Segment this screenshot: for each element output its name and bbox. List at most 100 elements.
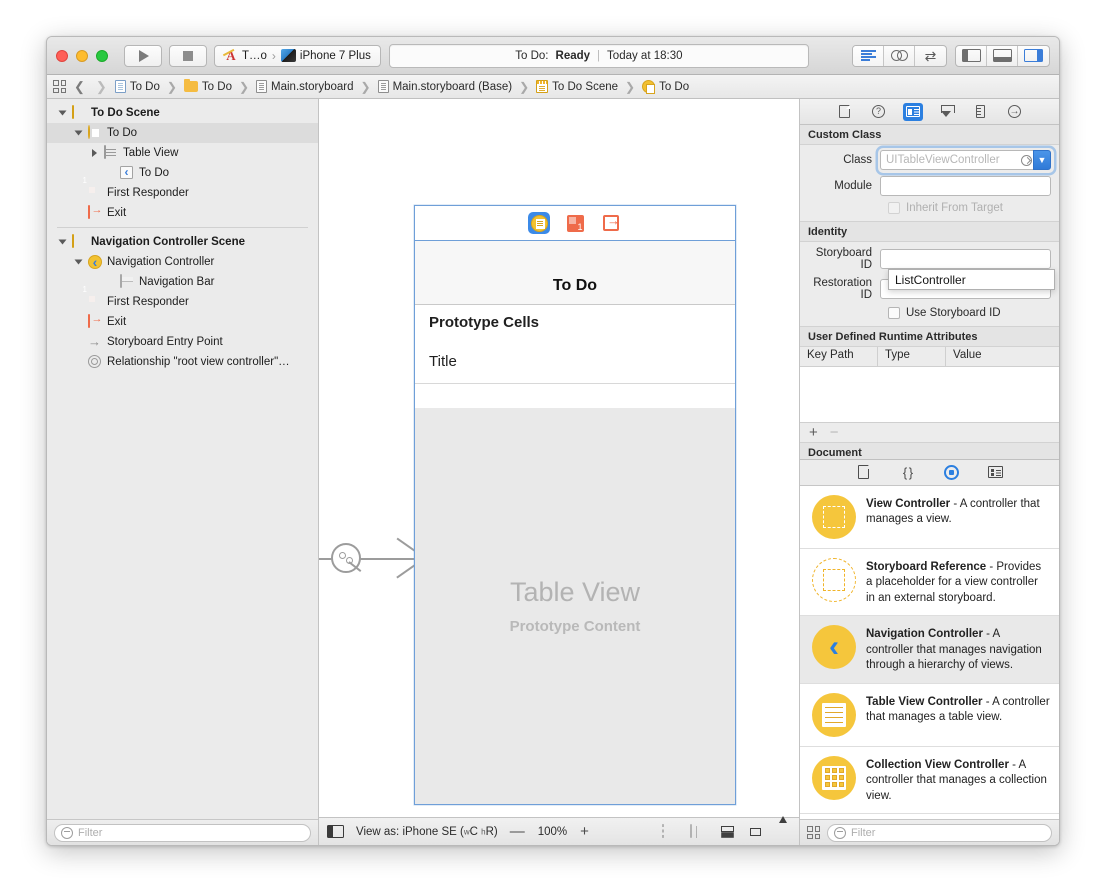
panel-toggle-segmented[interactable] bbox=[955, 44, 1050, 67]
assistant-editor-button[interactable] bbox=[884, 45, 915, 66]
tree-row-first-responder-2[interactable]: First Responder bbox=[47, 292, 318, 312]
dock-first-responder-icon[interactable] bbox=[564, 212, 586, 234]
tree-row-to-do-scene[interactable]: To Do Scene bbox=[47, 103, 318, 123]
breadcrumb-item-0[interactable]: To Do bbox=[114, 80, 160, 93]
object-library-list[interactable]: View Controller - A controller that mana… bbox=[800, 485, 1059, 819]
canvas-bottom-bar: View as: iPhone SE (wC hR) — 100% + bbox=[319, 815, 799, 845]
dock-view-controller-icon[interactable] bbox=[528, 212, 550, 234]
toggle-document-outline-button[interactable] bbox=[327, 825, 344, 838]
tree-row-to-do-controller[interactable]: To Do bbox=[47, 123, 318, 143]
align-icon[interactable] bbox=[718, 825, 735, 839]
scheme-selector[interactable]: T…o › iPhone 7 Plus bbox=[214, 44, 381, 67]
related-items-icon[interactable] bbox=[53, 80, 66, 93]
navigator-filter-input[interactable]: Filter bbox=[54, 823, 311, 842]
view-as-control[interactable]: View as: iPhone SE (wC hR) bbox=[356, 826, 498, 838]
close-button[interactable] bbox=[56, 49, 68, 62]
size-inspector-tab[interactable] bbox=[971, 103, 991, 121]
zoom-out-button[interactable]: — bbox=[510, 824, 525, 839]
tree-row-exit-2[interactable]: Exit bbox=[47, 312, 318, 332]
resolve-auto-layout-icon[interactable] bbox=[774, 815, 791, 839]
disclosure-triangle[interactable] bbox=[89, 149, 99, 157]
use-storyboard-id-row[interactable]: Use Storyboard ID bbox=[808, 307, 1051, 319]
tree-row-storyboard-entry-point[interactable]: Storyboard Entry Point bbox=[47, 332, 318, 352]
tree-row-table-view[interactable]: Table View bbox=[47, 143, 318, 163]
storyboard-id-input[interactable] bbox=[880, 249, 1051, 269]
library-filter-input[interactable]: Filter bbox=[827, 823, 1052, 842]
disclosure-triangle[interactable] bbox=[57, 109, 67, 117]
toggle-debug-area-button[interactable] bbox=[987, 45, 1018, 66]
standard-editor-button[interactable] bbox=[853, 45, 884, 66]
tree-row-exit[interactable]: Exit bbox=[47, 203, 318, 223]
library-item-storyboard-reference[interactable]: Storyboard Reference - Provides a placeh… bbox=[800, 549, 1059, 617]
media-library-tab[interactable] bbox=[987, 464, 1005, 481]
library-item-view-controller[interactable]: View Controller - A controller that mana… bbox=[800, 486, 1059, 549]
editor-mode-segmented[interactable]: ⇄ bbox=[852, 44, 947, 67]
runtime-attributes-section-header: User Defined Runtime Attributes bbox=[800, 327, 1059, 347]
breadcrumb-item-4[interactable]: To Do Scene bbox=[536, 80, 618, 93]
connections-inspector-tab[interactable]: → bbox=[1005, 103, 1025, 121]
tree-row-navigation-item[interactable]: To Do bbox=[47, 163, 318, 183]
class-clear-button[interactable] bbox=[1019, 150, 1033, 170]
quick-help-tab[interactable]: ? bbox=[869, 103, 889, 121]
breadcrumb-item-3[interactable]: Main.storyboard (Base) bbox=[377, 80, 512, 93]
class-dropdown-button[interactable]: ▼ bbox=[1033, 150, 1051, 170]
tree-row-navigation-bar[interactable]: Navigation Bar bbox=[47, 272, 318, 292]
breadcrumb-separator: ❯ bbox=[360, 79, 371, 94]
tree-row-relationship-segue[interactable]: Relationship "root view controller"… bbox=[47, 352, 318, 372]
attributes-inspector-tab[interactable] bbox=[937, 103, 957, 121]
file-inspector-tab[interactable] bbox=[835, 103, 855, 121]
class-input[interactable]: UITableViewController bbox=[880, 150, 1019, 170]
class-combo-box[interactable]: UITableViewController ▼ bbox=[880, 150, 1051, 170]
disclosure-triangle[interactable] bbox=[73, 129, 83, 137]
navigation-controller-icon: ‹ bbox=[812, 625, 856, 670]
tree-label: Relationship "root view controller"… bbox=[107, 356, 290, 368]
forward-button[interactable]: ❯ bbox=[93, 79, 110, 95]
class-autocomplete-suggestion[interactable]: ListController bbox=[888, 269, 1055, 290]
disclosure-triangle[interactable] bbox=[73, 258, 83, 266]
storyboard-canvas[interactable]: To Do Prototype Cells Title Table View P… bbox=[319, 99, 799, 817]
library-item-title: Navigation Controller bbox=[866, 628, 983, 641]
use-storyboard-id-checkbox[interactable] bbox=[888, 307, 900, 319]
back-button[interactable]: ❮ bbox=[71, 79, 88, 95]
toggle-navigator-button[interactable] bbox=[956, 45, 987, 66]
to-do-scene[interactable]: To Do Prototype Cells Title Table View P… bbox=[414, 205, 736, 805]
tree-label: To Do Scene bbox=[91, 107, 160, 119]
remove-runtime-attribute-button[interactable]: − bbox=[830, 424, 839, 441]
tree-row-first-responder[interactable]: First Responder bbox=[47, 183, 318, 203]
object-library-tab[interactable] bbox=[943, 464, 961, 481]
update-frames-icon[interactable] bbox=[662, 823, 679, 839]
zoom-button[interactable] bbox=[96, 49, 108, 62]
navigation-bar-preview[interactable]: To Do bbox=[415, 241, 735, 305]
library-item-navigation-controller[interactable]: ‹ Navigation Controller - A controller t… bbox=[800, 616, 1059, 684]
dock-exit-icon[interactable] bbox=[600, 212, 622, 234]
custom-class-panel: Class UITableViewController ▼ Module Inh… bbox=[800, 145, 1059, 222]
breadcrumb-item-1[interactable]: To Do bbox=[183, 78, 232, 93]
identity-inspector-tab[interactable] bbox=[902, 102, 923, 121]
library-item-table-view-controller[interactable]: Table View Controller - A controller tha… bbox=[800, 684, 1059, 747]
pin-icon[interactable] bbox=[746, 825, 763, 839]
module-input[interactable] bbox=[880, 176, 1051, 196]
tree-row-navigation-controller-scene[interactable]: Navigation Controller Scene bbox=[47, 232, 318, 252]
runtime-attributes-table-body[interactable] bbox=[800, 367, 1059, 423]
stop-button[interactable] bbox=[169, 44, 207, 67]
inherit-from-target-row[interactable]: Inherit From Target bbox=[808, 202, 1051, 214]
add-runtime-attribute-button[interactable]: + bbox=[809, 424, 818, 441]
table-view-placeholder[interactable]: Table View Prototype Content bbox=[415, 408, 735, 804]
breadcrumb-item-2[interactable]: Main.storyboard bbox=[256, 80, 354, 93]
relationship-segue[interactable] bbox=[319, 539, 415, 579]
code-snippet-library-tab[interactable]: { } bbox=[899, 464, 917, 481]
library-view-mode-icon[interactable] bbox=[807, 826, 820, 839]
inherit-from-target-checkbox[interactable] bbox=[888, 202, 900, 214]
run-button[interactable] bbox=[124, 44, 162, 67]
file-template-library-tab[interactable] bbox=[855, 464, 873, 481]
minimize-button[interactable] bbox=[76, 49, 88, 62]
breadcrumb-item-5[interactable]: To Do bbox=[642, 80, 689, 94]
embed-in-icon[interactable] bbox=[690, 823, 707, 839]
disclosure-triangle[interactable] bbox=[57, 238, 67, 246]
version-editor-button[interactable]: ⇄ bbox=[915, 46, 946, 66]
zoom-in-button[interactable]: + bbox=[580, 824, 589, 839]
prototype-cell[interactable]: Title bbox=[415, 340, 735, 384]
tree-row-navigation-controller[interactable]: Navigation Controller bbox=[47, 252, 318, 272]
toggle-utilities-button[interactable] bbox=[1018, 46, 1049, 66]
library-item-collection-view-controller[interactable]: Collection View Controller - A controlle… bbox=[800, 747, 1059, 815]
